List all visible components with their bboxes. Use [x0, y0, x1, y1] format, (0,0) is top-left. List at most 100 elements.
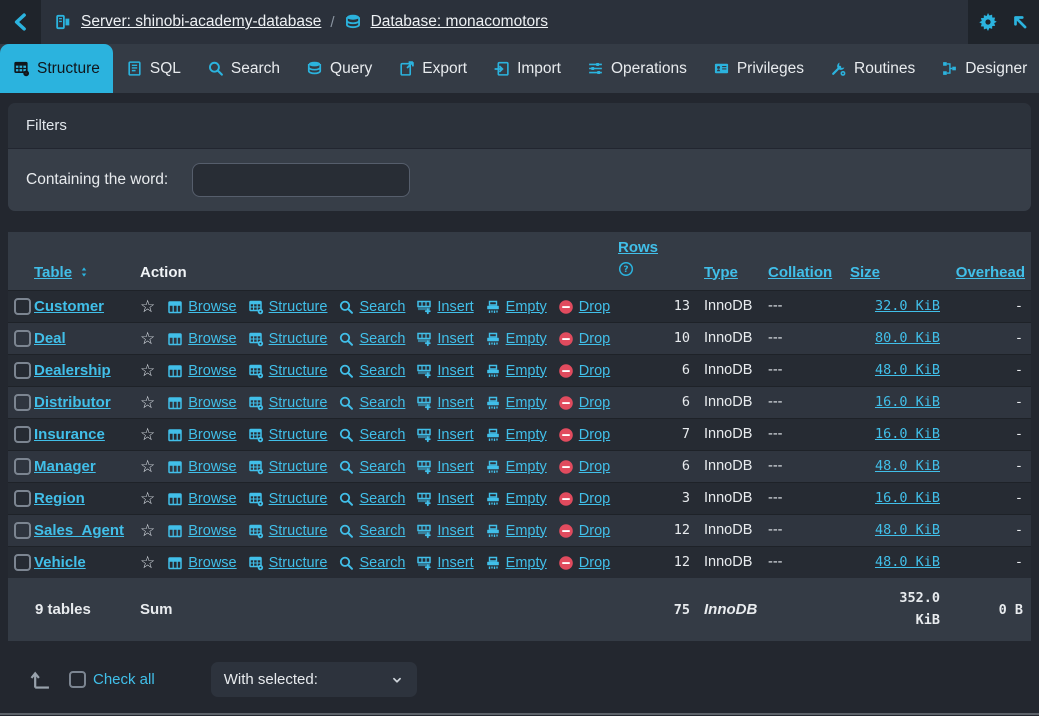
tab-export[interactable]: Export: [385, 44, 480, 93]
sort-by-collation-link[interactable]: Collation: [768, 264, 832, 281]
browse-link[interactable]: Browse: [167, 555, 236, 571]
sort-by-table-link[interactable]: Table: [34, 264, 72, 281]
sort-icon[interactable]: [78, 266, 90, 278]
table-name-link[interactable]: Dealership: [34, 362, 111, 379]
database-breadcrumb-link[interactable]: Database: monacomotors: [371, 13, 548, 31]
tab-import[interactable]: Import: [480, 44, 574, 93]
insert-link[interactable]: Insert: [416, 555, 473, 571]
structure-link[interactable]: Structure: [248, 363, 328, 379]
size-link[interactable]: 16.0 KiB: [875, 394, 940, 410]
structure-link[interactable]: Structure: [248, 395, 328, 411]
insert-link[interactable]: Insert: [416, 459, 473, 475]
row-checkbox[interactable]: [14, 554, 31, 571]
sort-by-overhead-link[interactable]: Overhead: [956, 264, 1025, 281]
empty-link[interactable]: Empty: [485, 363, 547, 379]
browse-link[interactable]: Browse: [167, 331, 236, 347]
tab-operations[interactable]: Operations: [574, 44, 700, 93]
favorite-star-icon[interactable]: ☆: [140, 298, 155, 315]
empty-link[interactable]: Empty: [485, 523, 547, 539]
tab-routines[interactable]: Routines: [817, 44, 928, 93]
browse-link[interactable]: Browse: [167, 299, 236, 315]
check-all-label[interactable]: Check all: [93, 671, 155, 688]
check-all-checkbox[interactable]: [69, 671, 86, 688]
containing-word-input[interactable]: [192, 163, 410, 197]
insert-link[interactable]: Insert: [416, 395, 473, 411]
search-link[interactable]: Search: [338, 331, 405, 347]
sort-by-type-link[interactable]: Type: [704, 264, 738, 281]
table-name-link[interactable]: Manager: [34, 458, 96, 475]
tab-privileges[interactable]: Privileges: [700, 44, 817, 93]
search-link[interactable]: Search: [338, 427, 405, 443]
table-name-link[interactable]: Insurance: [34, 426, 105, 443]
sort-by-size-link[interactable]: Size: [850, 264, 880, 281]
size-link[interactable]: 48.0 KiB: [875, 554, 940, 570]
empty-link[interactable]: Empty: [485, 491, 547, 507]
tab-sql[interactable]: SQL: [113, 44, 194, 93]
size-link[interactable]: 16.0 KiB: [875, 426, 940, 442]
empty-link[interactable]: Empty: [485, 555, 547, 571]
row-checkbox[interactable]: [14, 298, 31, 315]
table-name-link[interactable]: Region: [34, 490, 85, 507]
size-link[interactable]: 48.0 KiB: [875, 522, 940, 538]
size-link[interactable]: 80.0 KiB: [875, 330, 940, 346]
structure-link[interactable]: Structure: [248, 491, 328, 507]
tab-search[interactable]: Search: [194, 44, 293, 93]
insert-link[interactable]: Insert: [416, 331, 473, 347]
scroll-top-button[interactable]: [1011, 13, 1029, 31]
sort-by-rows-link[interactable]: Rows: [618, 239, 658, 256]
favorite-star-icon[interactable]: ☆: [140, 330, 155, 347]
browse-link[interactable]: Browse: [167, 427, 236, 443]
drop-link[interactable]: Drop: [558, 459, 610, 475]
empty-link[interactable]: Empty: [485, 331, 547, 347]
search-link[interactable]: Search: [338, 459, 405, 475]
browse-link[interactable]: Browse: [167, 459, 236, 475]
row-checkbox[interactable]: [14, 522, 31, 539]
insert-link[interactable]: Insert: [416, 427, 473, 443]
help-icon[interactable]: [618, 261, 634, 277]
empty-link[interactable]: Empty: [485, 299, 547, 315]
drop-link[interactable]: Drop: [558, 363, 610, 379]
browse-link[interactable]: Browse: [167, 523, 236, 539]
tab-designer[interactable]: Designer: [928, 44, 1039, 93]
with-selected-select[interactable]: With selected:: [211, 662, 417, 697]
table-name-link[interactable]: Sales_Agent: [34, 522, 124, 539]
drop-link[interactable]: Drop: [558, 299, 610, 315]
drop-link[interactable]: Drop: [558, 523, 610, 539]
size-link[interactable]: 32.0 KiB: [875, 298, 940, 314]
row-checkbox[interactable]: [14, 426, 31, 443]
row-checkbox[interactable]: [14, 490, 31, 507]
row-checkbox[interactable]: [14, 362, 31, 379]
drop-link[interactable]: Drop: [558, 491, 610, 507]
search-link[interactable]: Search: [338, 555, 405, 571]
search-link[interactable]: Search: [338, 395, 405, 411]
insert-link[interactable]: Insert: [416, 523, 473, 539]
structure-link[interactable]: Structure: [248, 523, 328, 539]
favorite-star-icon[interactable]: ☆: [140, 458, 155, 475]
insert-link[interactable]: Insert: [416, 299, 473, 315]
favorite-star-icon[interactable]: ☆: [140, 490, 155, 507]
server-breadcrumb-link[interactable]: Server: shinobi-academy-database: [81, 13, 321, 31]
search-link[interactable]: Search: [338, 491, 405, 507]
search-link[interactable]: Search: [338, 523, 405, 539]
favorite-star-icon[interactable]: ☆: [140, 554, 155, 571]
back-button[interactable]: [0, 0, 41, 44]
size-link[interactable]: 16.0 KiB: [875, 490, 940, 506]
browse-link[interactable]: Browse: [167, 491, 236, 507]
table-name-link[interactable]: Distributor: [34, 394, 111, 411]
settings-button[interactable]: [978, 12, 998, 32]
insert-link[interactable]: Insert: [416, 491, 473, 507]
size-link[interactable]: 48.0 KiB: [875, 458, 940, 474]
favorite-star-icon[interactable]: ☆: [140, 394, 155, 411]
row-checkbox[interactable]: [14, 330, 31, 347]
structure-link[interactable]: Structure: [248, 459, 328, 475]
bottom-scrollbar[interactable]: [0, 713, 1039, 715]
insert-link[interactable]: Insert: [416, 363, 473, 379]
drop-link[interactable]: Drop: [558, 395, 610, 411]
table-name-link[interactable]: Deal: [34, 330, 66, 347]
browse-link[interactable]: Browse: [167, 363, 236, 379]
structure-link[interactable]: Structure: [248, 299, 328, 315]
favorite-star-icon[interactable]: ☆: [140, 362, 155, 379]
search-link[interactable]: Search: [338, 363, 405, 379]
empty-link[interactable]: Empty: [485, 427, 547, 443]
favorite-star-icon[interactable]: ☆: [140, 522, 155, 539]
